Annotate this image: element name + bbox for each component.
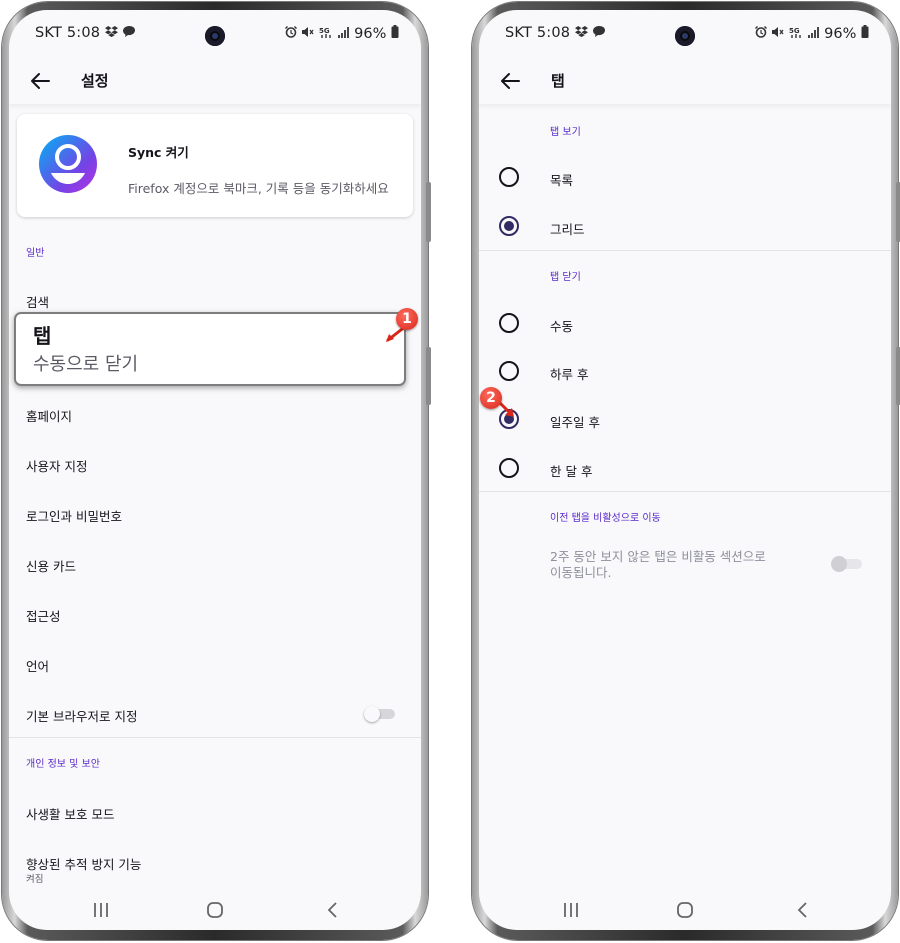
mute-icon xyxy=(771,26,784,42)
status-bar: SKT 5:08 5G 96% xyxy=(479,10,891,58)
tracking-protection-status: 켜짐 xyxy=(26,874,44,885)
default-browser-toggle[interactable] xyxy=(364,706,396,722)
radio-close-one-day[interactable] xyxy=(499,361,519,381)
svg-text:5G: 5G xyxy=(789,27,800,35)
pref-default-browser[interactable]: 기본 브라우저로 지정 xyxy=(26,706,137,725)
pref-homepage[interactable]: 홈페이지 xyxy=(26,406,72,425)
alarm-icon xyxy=(754,26,767,42)
carrier-time: SKT 5:08 xyxy=(505,25,571,41)
alarm-icon xyxy=(284,26,297,42)
page-title: 탭 xyxy=(551,72,565,90)
page-title: 설정 xyxy=(81,72,109,90)
tabs-callout[interactable]: 탭 수동으로 닫기 xyxy=(14,312,406,386)
battery-level: 96% xyxy=(354,26,387,42)
radio-label-list[interactable]: 목록 xyxy=(550,170,573,189)
radio-label-one-month[interactable]: 한 달 후 xyxy=(550,461,592,480)
carrier-time: SKT 5:08 xyxy=(35,25,101,41)
battery-icon xyxy=(391,25,399,42)
callout-title: 탭 xyxy=(33,324,52,348)
inactive-tabs-description-line1: 2주 동안 보지 않은 탭은 비활동 섹션으로 xyxy=(550,549,766,564)
step-marker-1: 1 xyxy=(396,308,418,330)
5g-icon: 5G xyxy=(789,26,803,42)
inactive-tabs-description-line2: 이동됩니다. xyxy=(550,565,612,580)
5g-icon: 5G xyxy=(319,26,333,42)
screen-tabs-settings: SKT 5:08 5G 96% 탭 탭 보기 목록 그리드 탭 닫기 수동 하루… xyxy=(479,10,891,930)
divider xyxy=(9,737,421,738)
pref-language[interactable]: 언어 xyxy=(26,656,49,675)
radio-list-view[interactable] xyxy=(499,167,519,187)
front-camera xyxy=(205,26,225,46)
dropbox-icon xyxy=(575,25,593,41)
volume-button xyxy=(426,182,431,242)
section-inactive-tabs: 이전 탭을 비활성으로 이동 xyxy=(550,513,661,524)
chat-bubble-icon xyxy=(122,25,135,41)
battery-icon xyxy=(861,25,869,42)
battery-level: 96% xyxy=(824,26,857,42)
divider xyxy=(479,491,891,492)
home-icon[interactable] xyxy=(205,900,225,920)
back-arrow-icon[interactable] xyxy=(495,66,525,96)
chat-bubble-icon xyxy=(592,25,605,41)
radio-grid-view[interactable] xyxy=(499,216,519,236)
back-arrow-icon[interactable] xyxy=(25,66,55,96)
svg-text:5G: 5G xyxy=(319,27,330,35)
radio-label-one-week[interactable]: 일주일 후 xyxy=(550,412,600,431)
nav-bar xyxy=(9,890,421,930)
phone-frame-right: SKT 5:08 5G 96% 탭 탭 보기 목록 그리드 탭 닫기 수동 하루… xyxy=(472,2,900,940)
pref-search[interactable]: 검색 xyxy=(26,292,49,311)
sync-card[interactable]: Sync 켜기 Firefox 계정으로 북마크, 기록 등을 동기화하세요 xyxy=(17,114,413,217)
mute-icon xyxy=(301,26,314,42)
signal-icon xyxy=(337,26,350,42)
front-camera xyxy=(675,26,695,46)
pref-credit-cards[interactable]: 신용 카드 xyxy=(26,556,76,575)
section-tab-view: 탭 보기 xyxy=(550,127,581,138)
top-app-bar: 탭 xyxy=(479,58,891,104)
account-avatar-icon xyxy=(39,135,97,193)
top-app-bar: 설정 xyxy=(9,58,421,104)
home-icon[interactable] xyxy=(675,900,695,920)
pref-private-mode[interactable]: 사생활 보호 모드 xyxy=(26,804,114,823)
recent-apps-icon[interactable] xyxy=(561,900,581,920)
sync-subtitle: Firefox 계정으로 북마크, 기록 등을 동기화하세요 xyxy=(128,181,389,196)
radio-close-one-month[interactable] xyxy=(499,458,519,478)
volume-button xyxy=(896,182,900,242)
nav-bar xyxy=(479,890,891,930)
callout-subtitle: 수동으로 닫기 xyxy=(33,354,139,375)
radio-label-grid[interactable]: 그리드 xyxy=(550,219,585,238)
radio-close-manual[interactable] xyxy=(499,313,519,333)
inactive-tabs-toggle[interactable] xyxy=(831,556,863,572)
section-general: 일반 xyxy=(26,248,45,259)
pref-logins[interactable]: 로그인과 비밀번호 xyxy=(26,506,122,525)
phone-frame-left: SKT 5:08 5G 96% 설정 Sync 켜기 Firefox 계정으로 … xyxy=(2,2,431,940)
radio-label-one-day[interactable]: 하루 후 xyxy=(550,364,588,383)
section-close-tabs: 탭 닫기 xyxy=(550,272,581,283)
signal-icon xyxy=(807,26,820,42)
back-nav-icon[interactable] xyxy=(793,900,813,920)
section-privacy: 개인 정보 및 보안 xyxy=(26,759,100,770)
sync-title: Sync 켜기 xyxy=(128,145,189,160)
step-marker-2: 2 xyxy=(480,387,502,409)
status-bar: SKT 5:08 5G 96% xyxy=(9,10,421,58)
dropbox-icon xyxy=(105,25,123,41)
radio-label-manual[interactable]: 수동 xyxy=(550,316,573,335)
back-nav-icon[interactable] xyxy=(323,900,343,920)
power-button xyxy=(426,347,431,405)
power-button xyxy=(896,347,900,405)
divider xyxy=(479,250,891,251)
recent-apps-icon[interactable] xyxy=(91,900,111,920)
pref-customize[interactable]: 사용자 지정 xyxy=(26,456,87,475)
pref-accessibility[interactable]: 접근성 xyxy=(26,606,61,625)
screen-settings: SKT 5:08 5G 96% 설정 Sync 켜기 Firefox 계정으로 … xyxy=(9,10,421,930)
